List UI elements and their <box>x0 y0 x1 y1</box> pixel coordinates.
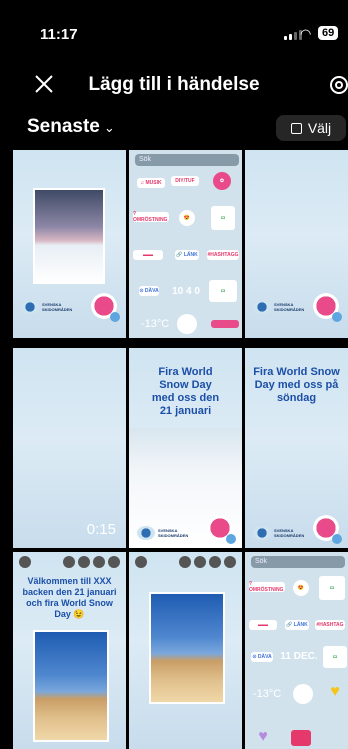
editor-toolbar <box>13 552 126 572</box>
sticker-cutouts: ✿ <box>213 172 231 190</box>
media-tile[interactable]: Fira World Snow Day med oss på söndag SV… <box>245 348 348 548</box>
editor-toolbar <box>129 552 242 572</box>
back-icon <box>135 556 147 568</box>
gear-icon[interactable] <box>328 74 348 96</box>
sticker-date: 11 DEC. <box>280 650 318 662</box>
ski-logo: SVENSKA SKIDOMRÅDEN <box>137 526 188 540</box>
sticker-heart-purple: ♥ <box>258 728 268 745</box>
back-icon <box>19 556 31 568</box>
sticker-poll: ▬▬ <box>133 250 163 260</box>
sticker-temperature: -13°C <box>141 318 170 330</box>
music-icon <box>209 556 221 568</box>
media-tile[interactable]: Välkommen till XXX backen den 21 januari… <box>13 552 126 749</box>
snow-day-logo <box>206 512 236 544</box>
sticker-question: ? OMRÖSTNING <box>133 211 169 223</box>
sticker-music: ♫ MUSIK <box>137 178 165 188</box>
story-headline: Fira World Snow Day med oss den 21 janua… <box>151 366 220 417</box>
media-tile[interactable]: Fira World Snow Day med oss den 21 janua… <box>129 348 242 548</box>
select-label: Välj <box>307 120 332 136</box>
battery-icon: 69 <box>318 26 339 40</box>
media-tile[interactable] <box>129 552 242 749</box>
music-icon <box>93 556 105 568</box>
sticker-link: 🔗 LÄNK <box>285 620 309 630</box>
sticker-day: DIY/TUF <box>171 176 199 186</box>
sticker-quiz: ▭ <box>211 206 235 230</box>
ski-logo: SVENSKA SKIDOMRÅDEN <box>253 526 304 540</box>
sticker-emoji: 😍 <box>179 210 195 226</box>
sticker-location: ⊙ DÄVA <box>251 652 273 662</box>
ski-logo: SVENSKA SKIDOMRÅDEN <box>21 300 72 314</box>
select-button[interactable]: Välj <box>276 115 346 141</box>
media-tile[interactable]: SVENSKA SKIDOMRÅDEN <box>13 150 126 338</box>
text-icon <box>179 556 191 568</box>
slope-photo <box>33 630 109 742</box>
video-duration: 0:15 <box>86 521 116 538</box>
sticker-icon <box>78 556 90 568</box>
sticker-poll: ▬▬ <box>249 620 277 630</box>
sticker-link: 🔗 LÄNK <box>175 250 199 260</box>
wifi-icon: ◠ <box>300 26 312 41</box>
page-title: Lägg till i händelse <box>88 74 260 95</box>
camera-circle <box>293 684 313 704</box>
sticker-location: ⊙ DÄVA <box>139 286 159 296</box>
media-grid: SVENSKA SKIDOMRÅDEN Sök ♫ MUSIK DIY/TUF ✿… <box>13 150 348 749</box>
recent-dropdown[interactable]: Senaste ⌄ <box>27 116 115 138</box>
story-headline: Välkommen till XXX backen den 21 januari… <box>22 576 117 619</box>
sticker-icon <box>194 556 206 568</box>
sticker-hashtag: #HASHTAGG <box>207 250 239 260</box>
sticker-hashtag: #HASHTAG <box>315 620 345 630</box>
sticker-temperature: -13°C <box>253 688 282 700</box>
chevron-down-icon: ⌄ <box>103 120 115 135</box>
sticker-countdown: ▭ <box>209 280 237 302</box>
ski-lift-photo <box>33 188 105 284</box>
sticker-heart: ♥ <box>330 683 340 700</box>
filter-bar: Senaste ⌄ Välj <box>0 112 348 146</box>
status-time: 11:17 <box>40 26 78 43</box>
story-headline: Fira World Snow Day med oss på söndag <box>253 366 340 404</box>
sticker-add-yours <box>211 320 239 328</box>
media-tile[interactable]: Sök ♫ MUSIK DIY/TUF ✿ ? OMRÖSTNING 😍 ▭ 🔗… <box>129 150 242 338</box>
status-bar: 11:17 ◠ 69 <box>0 0 348 64</box>
snow-day-logo <box>312 512 342 544</box>
select-icon <box>290 122 302 134</box>
camera-circle <box>177 314 197 334</box>
sticker-question: ? OMRÖSTNING <box>249 581 285 593</box>
snow-day-logo <box>312 290 342 322</box>
more-icon <box>108 556 120 568</box>
top-bar: Lägg till i händelse <box>0 64 348 108</box>
ski-logo: SVENSKA SKIDOMRÅDEN <box>253 300 304 314</box>
sticker-red <box>291 730 311 746</box>
sticker-quiz: ▭ <box>319 576 345 600</box>
sticker-countdown: ▭ <box>323 646 347 668</box>
media-tile[interactable]: 0:15 <box>13 348 126 548</box>
more-icon <box>224 556 236 568</box>
search-input: Sök <box>135 154 239 166</box>
sticker-date: 10 4 0 <box>172 285 200 297</box>
sticker-emoji: 😍 <box>293 580 309 596</box>
media-tile[interactable]: SVENSKA SKIDOMRÅDEN <box>245 150 348 338</box>
slope-photo <box>149 592 225 704</box>
snow-day-logo <box>90 290 120 322</box>
text-icon <box>63 556 75 568</box>
media-tile[interactable]: Sök ? OMRÖSTNING 😍 ▭ ▬▬ 🔗 LÄNK #HASHTAG … <box>245 552 348 749</box>
search-input: Sök <box>251 556 345 568</box>
recent-label: Senaste <box>27 116 100 137</box>
